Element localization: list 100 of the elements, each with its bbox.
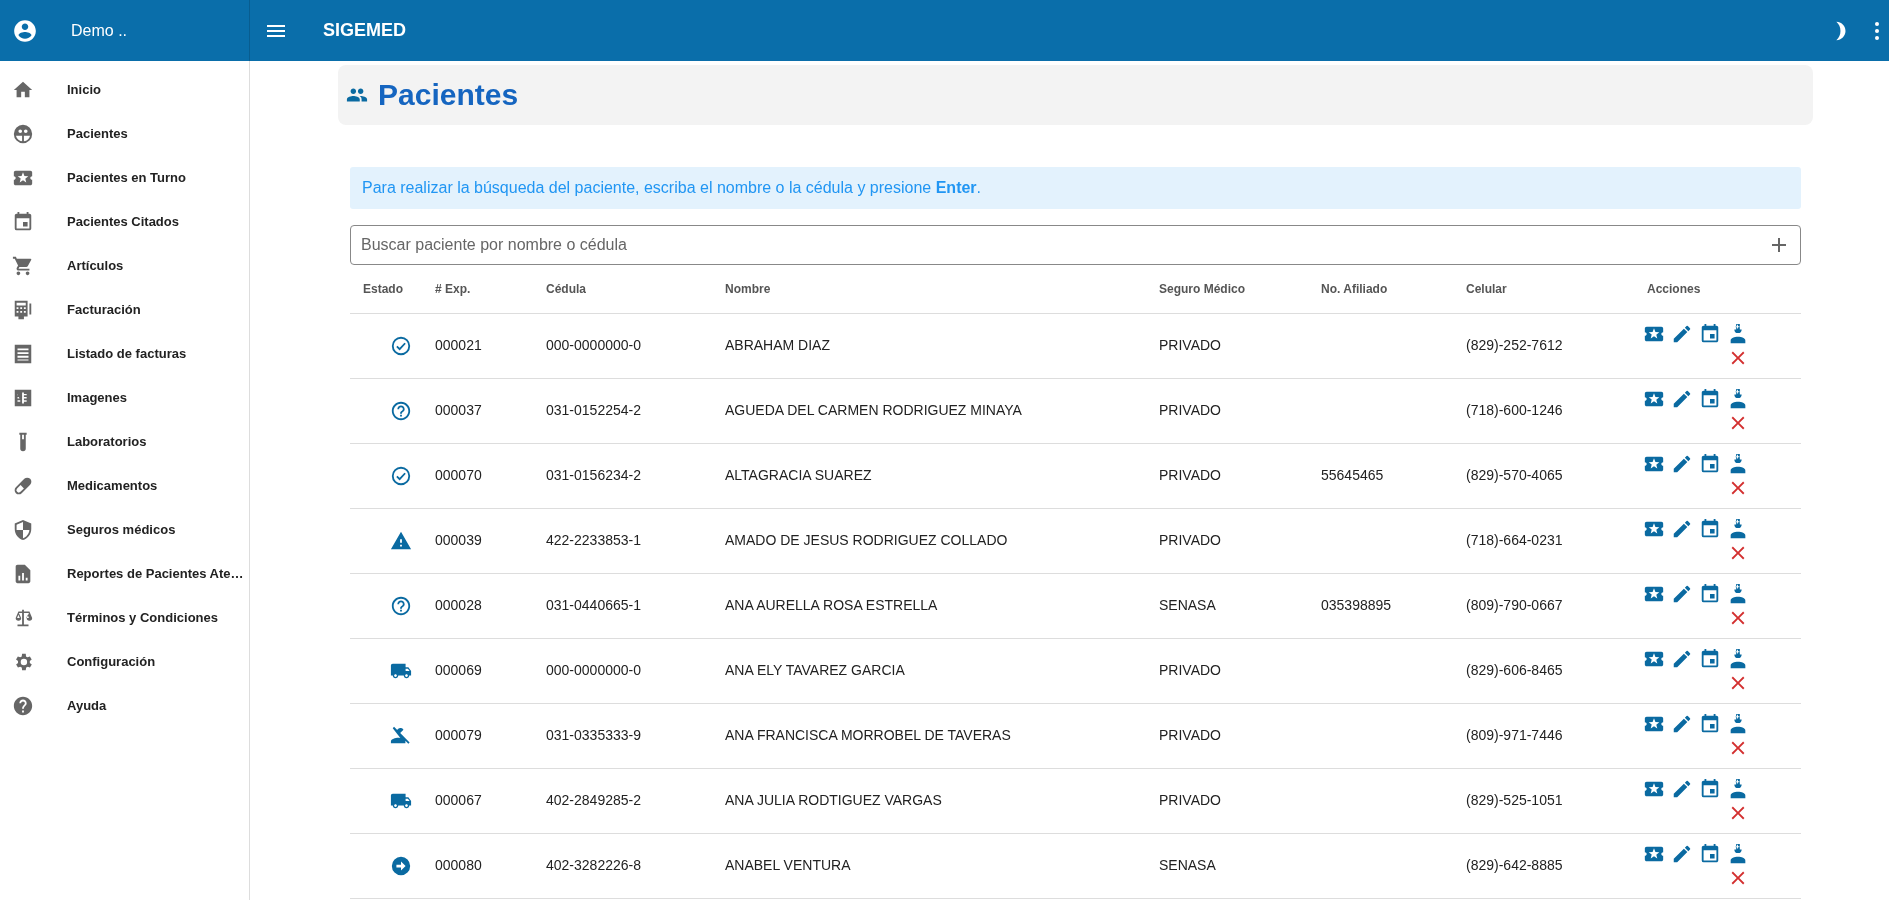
sidebar-item-label[interactable]: Laboratorios xyxy=(67,432,147,452)
column-header: Nombre xyxy=(725,281,771,296)
check-circle-icon xyxy=(390,464,412,487)
calculator-icon xyxy=(12,299,34,321)
table-cell: 000067 xyxy=(435,792,482,808)
table-cell: PRIVADO xyxy=(1159,662,1221,678)
sidebar-item-label[interactable]: Facturación xyxy=(67,300,141,320)
column-header: # Exp. xyxy=(435,281,471,296)
table-cell: (809)-971-7446 xyxy=(1466,727,1563,743)
sidebar-item-label[interactable]: Listado de facturas xyxy=(67,344,187,364)
calendar-icon xyxy=(1699,582,1721,605)
sidebar-item-label[interactable]: Artículos xyxy=(67,256,124,276)
account-icon[interactable] xyxy=(12,17,38,44)
table-cell: ALTAGRACIA SUAREZ xyxy=(725,467,872,483)
table-cell: (809)-790-0667 xyxy=(1466,597,1563,613)
sidebar-item-label[interactable]: Pacientes en Turno xyxy=(67,168,186,188)
user-name: Demo .. xyxy=(71,20,127,41)
table-cell: 031-0152254-2 xyxy=(546,402,641,418)
schedule-button[interactable] xyxy=(1699,452,1721,475)
table-cell: PRIVADO xyxy=(1159,532,1221,548)
table-cell: 000028 xyxy=(435,597,482,613)
cart-icon xyxy=(12,255,34,277)
help-icon xyxy=(12,695,34,717)
table-cell: AMADO DE JESUS RODRIGUEZ COLLADO xyxy=(725,532,1008,548)
column-header: No. Afiliado xyxy=(1321,281,1388,296)
page-title: Pacientes xyxy=(378,77,519,113)
schedule-button[interactable] xyxy=(1699,777,1721,800)
table-cell: (829)-570-4065 xyxy=(1466,467,1563,483)
calendar-icon xyxy=(1699,452,1721,475)
more-vertical-icon xyxy=(1875,21,1879,40)
table-cell: AGUEDA DEL CARMEN RODRIGUEZ MINAYA xyxy=(725,402,1022,418)
table-cell: (829)-642-8885 xyxy=(1466,857,1563,873)
pill-icon xyxy=(12,475,34,497)
table-cell: ANA ELY TAVAREZ GARCIA xyxy=(725,662,905,678)
table-cell: 031-0335333-9 xyxy=(546,727,641,743)
calendar-icon xyxy=(1699,322,1721,345)
calendar-icon xyxy=(12,211,34,233)
table-cell: 422-2233853-1 xyxy=(546,532,641,548)
table-cell: SENASA xyxy=(1159,857,1216,873)
table-cell: 000070 xyxy=(435,467,482,483)
table-cell: 035398895 xyxy=(1321,597,1392,613)
table-cell: (718)-664-0231 xyxy=(1466,532,1563,548)
table-cell: ANA FRANCISCA MORROBEL DE TAVERAS xyxy=(725,727,1011,743)
column-header: Estado xyxy=(363,281,403,296)
info-alert: Para realizar la búsqueda del paciente, escriba el nombre o la cédula y presione Enter. xyxy=(350,167,1801,209)
shield-icon xyxy=(12,519,34,541)
table-cell: (718)-600-1246 xyxy=(1466,402,1563,418)
table-cell: 55645465 xyxy=(1321,467,1384,483)
app-title: SIGEMED xyxy=(323,19,406,42)
table-cell: PRIVADO xyxy=(1159,402,1221,418)
schedule-button[interactable] xyxy=(1699,517,1721,540)
sidebar-item-label[interactable]: Reportes de Pacientes Ate… xyxy=(67,564,244,584)
table-cell: SENASA xyxy=(1159,597,1216,613)
table-cell: ABRAHAM DIAZ xyxy=(725,337,830,353)
table-cell: 000037 xyxy=(435,402,482,418)
receipt-icon xyxy=(12,343,34,365)
table-cell: ANABEL VENTURA xyxy=(725,857,851,873)
table-cell: PRIVADO xyxy=(1159,792,1221,808)
column-header: Cédula xyxy=(546,281,586,296)
table-cell: ANA JULIA RODTIGUEZ VARGAS xyxy=(725,792,942,808)
table-cell: 031-0156234-2 xyxy=(546,467,641,483)
sidebar-item-label[interactable]: Términos y Condiciones xyxy=(67,608,218,628)
table-cell: 000069 xyxy=(435,662,482,678)
column-header: Acciones xyxy=(1647,281,1701,296)
sidebar-item-label[interactable]: Configuración xyxy=(67,652,156,672)
schedule-button[interactable] xyxy=(1699,647,1721,670)
table-cell: 000021 xyxy=(435,337,482,353)
table-cell: 000079 xyxy=(435,727,482,743)
table-cell: PRIVADO xyxy=(1159,337,1221,353)
table-cell: 402-2849285-2 xyxy=(546,792,641,808)
sidebar-item-label[interactable]: Inicio xyxy=(67,80,101,100)
column-header: Celular xyxy=(1466,281,1507,296)
table-cell: (829)-606-8465 xyxy=(1466,662,1563,678)
schedule-button[interactable] xyxy=(1699,387,1721,410)
sidebar-item-label[interactable]: Medicamentos xyxy=(67,476,158,496)
table-cell: PRIVADO xyxy=(1159,727,1221,743)
calendar-icon xyxy=(1699,517,1721,540)
table-cell: 000-0000000-0 xyxy=(546,662,641,678)
schedule-button[interactable] xyxy=(1699,582,1721,605)
table-cell: (829)-252-7612 xyxy=(1466,337,1563,353)
schedule-button[interactable] xyxy=(1699,842,1721,865)
more-options-button[interactable] xyxy=(1875,21,1879,40)
calendar-icon xyxy=(1699,712,1721,735)
column-header: Seguro Médico xyxy=(1159,281,1245,296)
table-cell: ANA AURELLA ROSA ESTRELLA xyxy=(725,597,938,613)
search-field[interactable]: Buscar paciente por nombre o cédula xyxy=(350,225,1801,265)
schedule-button[interactable] xyxy=(1699,712,1721,735)
table-cell: 000080 xyxy=(435,857,482,873)
table-cell: 031-0440665-1 xyxy=(546,597,641,613)
sidebar-item-label[interactable]: Seguros médicos xyxy=(67,520,176,540)
sidebar-item-label[interactable]: Pacientes Citados xyxy=(67,212,179,232)
sidebar-item-label[interactable]: Pacientes xyxy=(67,124,128,144)
table-cell: 402-3282226-8 xyxy=(546,857,641,873)
table-cell: PRIVADO xyxy=(1159,467,1221,483)
calendar-icon xyxy=(1699,387,1721,410)
calendar-icon xyxy=(1699,842,1721,865)
sidebar-item-label[interactable]: Imagenes xyxy=(67,388,127,408)
sidebar-item-label[interactable]: Ayuda xyxy=(67,696,107,716)
schedule-button[interactable] xyxy=(1699,322,1721,345)
calendar-icon xyxy=(1699,647,1721,670)
